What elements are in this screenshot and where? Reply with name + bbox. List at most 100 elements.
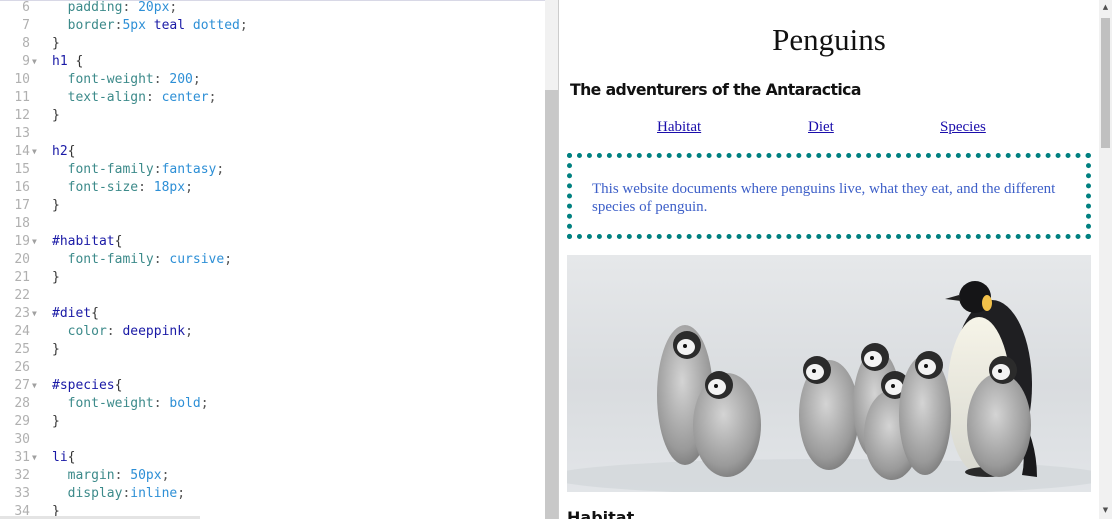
line-number: 33 [14, 486, 30, 501]
code-line[interactable]: 28 font-weight: bold; [0, 395, 545, 413]
code-token: padding [67, 0, 123, 15]
code-line[interactable]: 17} [0, 197, 545, 215]
line-number: 28 [14, 396, 30, 411]
code-line[interactable]: 29} [0, 413, 545, 431]
code-line[interactable]: 22 [0, 287, 545, 305]
code-token: ; [192, 72, 201, 87]
code-line[interactable]: 32 margin: 50px; [0, 467, 545, 485]
code-line[interactable]: 16 font-size: 18px; [0, 179, 545, 197]
code-text: font-weight: bold; [52, 395, 209, 413]
code-line[interactable]: 15 font-family:fantasy; [0, 161, 545, 179]
code-token: h2 [52, 144, 68, 159]
code-line[interactable]: 9 ▼ h1 { [0, 53, 545, 71]
line-number: 7 [22, 18, 30, 33]
code-token: : [145, 90, 162, 105]
code-line[interactable]: 31 ▼ li{ [0, 449, 545, 467]
page-subtitle: The adventurers of the Antaractica [569, 80, 861, 99]
line-number: 22 [14, 288, 30, 303]
nav-link-diet[interactable]: Diet [808, 119, 834, 136]
code-line[interactable]: 24 color: deeppink; [0, 323, 545, 341]
code-token: : [153, 162, 162, 177]
line-number: 23 [14, 306, 30, 321]
code-token: ; [177, 486, 186, 501]
code-line[interactable]: 26 [0, 359, 545, 377]
code-line[interactable]: 18 [0, 215, 545, 233]
code-token: 18px [153, 180, 186, 195]
fold-arrow-icon[interactable]: ▼ [32, 449, 42, 467]
fold-arrow-icon[interactable]: ▼ [32, 53, 42, 71]
fold-arrow-icon[interactable]: ▼ [32, 377, 42, 395]
line-number: 14 [14, 144, 30, 159]
code-line[interactable]: 12} [0, 107, 545, 125]
code-token: ; [224, 252, 233, 267]
code-token: : [153, 252, 170, 267]
code-token: fantasy [161, 162, 217, 177]
code-line[interactable]: 13 [0, 125, 545, 143]
code-token: ; [239, 18, 248, 33]
fold-arrow-icon[interactable]: ▼ [32, 143, 42, 161]
code-line[interactable]: 14 ▼ h2{ [0, 143, 545, 161]
code-line[interactable]: 19 ▼ #habitat{ [0, 233, 545, 251]
code-line[interactable]: 6 padding: 20px; [0, 0, 545, 17]
line-number: 8 [22, 36, 30, 51]
code-token: margin [67, 468, 115, 483]
code-line[interactable]: 8} [0, 35, 545, 53]
code-token: 5px [122, 18, 146, 33]
code-line[interactable]: 21} [0, 269, 545, 287]
nav-link-habitat[interactable]: Habitat [657, 119, 701, 136]
line-number: 21 [14, 270, 30, 285]
code-text: li{ [52, 449, 75, 467]
editor-scrollbar-thumb[interactable] [545, 90, 558, 519]
css-editor[interactable]: 6 padding: 20px; 7 border:5px teal dotted… [0, 0, 545, 519]
code-token: 200 [169, 72, 193, 87]
code-token: center [161, 90, 209, 105]
line-number: 18 [14, 216, 30, 231]
fold-arrow-icon[interactable]: ▼ [32, 233, 42, 251]
scroll-up-arrow-icon[interactable]: ▲ [1101, 2, 1110, 12]
code-token: deeppink [122, 324, 186, 339]
code-line[interactable]: 10 font-weight: 200; [0, 71, 545, 89]
line-number: 15 [14, 162, 30, 177]
code-token: cursive [169, 252, 225, 267]
code-token: : [138, 180, 154, 195]
code-line[interactable]: 27 ▼ #species{ [0, 377, 545, 395]
code-line[interactable]: 30 [0, 431, 545, 449]
line-number: 32 [14, 468, 30, 483]
code-text: h1 { [52, 53, 83, 71]
code-line[interactable]: 11 text-align: center; [0, 89, 545, 107]
code-token: : [122, 0, 139, 15]
code-text: } [52, 413, 60, 431]
code-token: { [67, 450, 76, 465]
code-line[interactable]: 33 display:inline; [0, 485, 545, 503]
code-token: : [106, 324, 123, 339]
code-token: display [67, 486, 123, 501]
code-token: inline [130, 486, 178, 501]
code-token: ; [185, 180, 193, 195]
nav-link-species[interactable]: Species [940, 119, 986, 136]
code-token: } [52, 270, 60, 285]
code-line[interactable]: 7 border:5px teal dotted; [0, 17, 545, 35]
code-line[interactable]: 20 font-family: cursive; [0, 251, 545, 269]
scroll-down-arrow-icon[interactable]: ▼ [1101, 505, 1110, 515]
code-text: font-family: cursive; [52, 251, 232, 269]
code-token: ; [185, 324, 193, 339]
code-line[interactable]: 25} [0, 341, 545, 359]
code-token: teal [153, 18, 186, 33]
code-token: } [52, 342, 60, 357]
line-number: 10 [14, 72, 30, 87]
preview-scrollbar-thumb[interactable] [1101, 18, 1110, 148]
code-text: } [52, 341, 60, 359]
code-token: li [52, 450, 68, 465]
fold-arrow-icon[interactable]: ▼ [32, 305, 42, 323]
code-text: font-family:fantasy; [52, 161, 225, 179]
code-text: #species{ [52, 377, 122, 395]
code-line[interactable]: 23 ▼ #diet{ [0, 305, 545, 323]
